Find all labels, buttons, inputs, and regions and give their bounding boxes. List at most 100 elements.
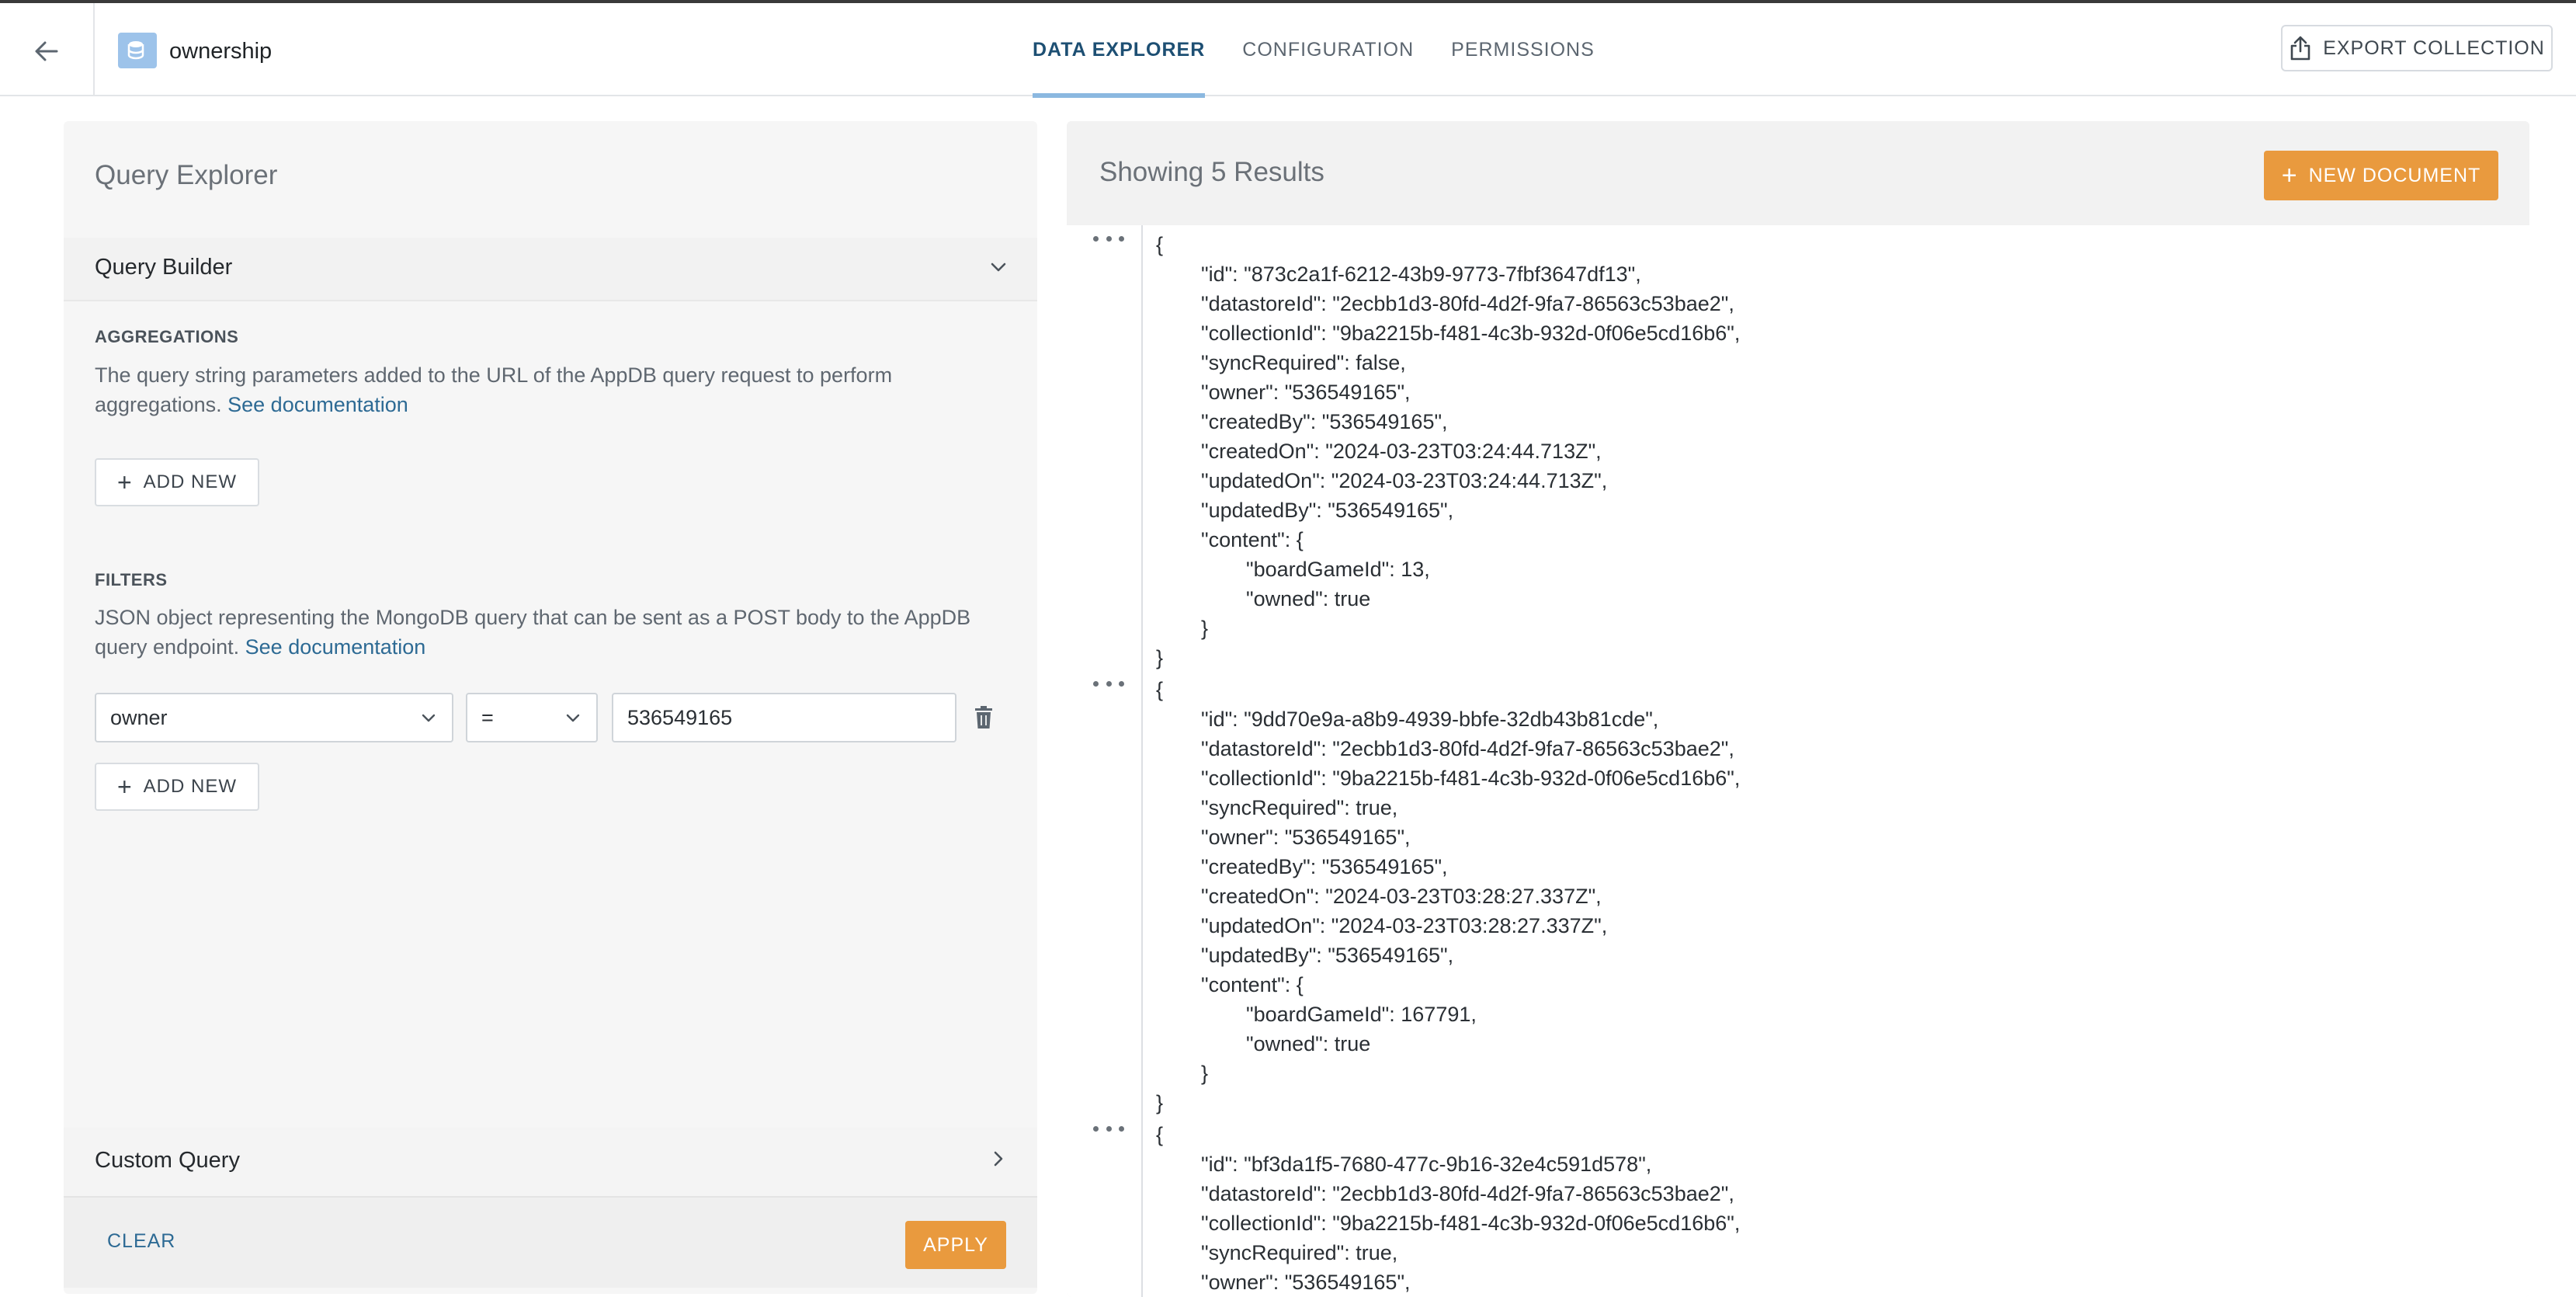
- gutter-divider: [1141, 225, 1143, 1297]
- results-panel: Showing 5 Results + NEW DOCUMENT { "id": …: [1067, 121, 2529, 1297]
- json-line: "id": "9dd70e9a-a8b9-4939-bbfe-32db43b81…: [1201, 708, 1659, 731]
- back-button[interactable]: [23, 28, 70, 75]
- json-line: "createdBy": "536549165",: [1201, 855, 1448, 878]
- json-line: "syncRequired": true,: [1201, 1241, 1398, 1264]
- filter-value-input[interactable]: 536549165: [612, 693, 956, 742]
- json-line: "collectionId": "9ba2215b-f481-4c3b-932d…: [1201, 767, 1741, 790]
- trash-icon: [975, 706, 992, 728]
- json-line: "updatedOn": "2024-03-23T03:24:44.713Z",: [1201, 469, 1608, 492]
- custom-query-toggle[interactable]: Custom Query: [64, 1128, 1037, 1196]
- dot: [1106, 236, 1112, 242]
- json-line: "collectionId": "9ba2215b-f481-4c3b-932d…: [1201, 322, 1741, 345]
- results-document-list: { "id": "873c2a1f-6212-43b9-9773-7fbf3647…: [1067, 225, 2529, 1297]
- tab-configuration[interactable]: CONFIGURATION: [1242, 3, 1414, 96]
- json-line: "updatedBy": "536549165",: [1201, 499, 1454, 522]
- plus-icon: +: [2281, 161, 2298, 190]
- json-line: "syncRequired": false,: [1201, 351, 1406, 374]
- dot: [1106, 1126, 1112, 1132]
- new-document-button[interactable]: + NEW DOCUMENT: [2264, 151, 2498, 200]
- dot: [1119, 1126, 1124, 1132]
- add-filter-label: ADD NEW: [143, 776, 238, 797]
- filter-field-value: owner: [110, 705, 168, 729]
- aggregations-title: AGGREGATIONS: [95, 327, 239, 346]
- clear-button[interactable]: CLEAR: [107, 1230, 175, 1253]
- export-collection-label: EXPORT COLLECTION: [2323, 37, 2545, 59]
- app-header: ownership DATA EXPLORER CONFIGURATION PE…: [0, 3, 2576, 98]
- json-line: "datastoreId": "2ecbb1d3-80fd-4d2f-9fa7-…: [1201, 1182, 1734, 1205]
- json-line: "createdBy": "536549165",: [1201, 410, 1448, 433]
- dot: [1093, 681, 1099, 687]
- filter-operator-select[interactable]: =: [466, 693, 598, 742]
- aggregations-description-text: The query string parameters added to the…: [95, 363, 893, 416]
- json-line: "owned": true: [1246, 587, 1371, 610]
- json-line: "owner": "536549165",: [1201, 826, 1411, 849]
- add-filter-button[interactable]: + ADD NEW: [95, 763, 259, 811]
- filter-field-select[interactable]: owner: [95, 693, 453, 742]
- query-explorer-panel: Query Explorer Query Builder AGGREGATION…: [64, 121, 1037, 1294]
- dot: [1119, 681, 1124, 687]
- delete-filter-button[interactable]: [970, 702, 997, 733]
- chevron-right-icon: [994, 1151, 1003, 1167]
- json-line: "boardGameId": 167791,: [1246, 1003, 1477, 1026]
- tab-bar: DATA EXPLORER CONFIGURATION PERMISSIONS: [1033, 3, 1632, 98]
- arrow-left-icon: [35, 41, 58, 61]
- json-line: }: [1201, 617, 1209, 640]
- query-footer: CLEAR APPLY: [64, 1196, 1037, 1288]
- json-line: "createdOn": "2024-03-23T03:28:27.337Z",: [1201, 885, 1602, 908]
- json-line: "owned": true: [1246, 1032, 1371, 1055]
- custom-query-label: Custom Query: [95, 1148, 240, 1173]
- dot: [1093, 1126, 1099, 1132]
- results-header: Showing 5 Results + NEW DOCUMENT: [1067, 121, 2529, 225]
- filters-description-text: JSON object representing the MongoDB que…: [95, 606, 971, 659]
- filters-title: FILTERS: [95, 570, 168, 589]
- json-line: {: [1156, 233, 1164, 256]
- json-line: "id": "bf3da1f5-7680-477c-9b16-32e4c591d…: [1201, 1153, 1652, 1176]
- query-builder-label: Query Builder: [95, 255, 233, 280]
- json-line: "content": {: [1201, 528, 1304, 551]
- json-line: "updatedBy": "536549165",: [1201, 944, 1454, 967]
- filter-operator-value: =: [481, 705, 494, 729]
- filters-description: JSON object representing the MongoDB que…: [95, 603, 1011, 662]
- json-line: "owner": "536549165",: [1201, 381, 1411, 404]
- apply-button[interactable]: APPLY: [905, 1221, 1006, 1269]
- json-line: "syncRequired": true,: [1201, 796, 1398, 819]
- filters-doc-link[interactable]: See documentation: [245, 635, 426, 659]
- panel-title: Query Explorer: [95, 160, 278, 190]
- json-line: {: [1156, 678, 1164, 701]
- json-line: "owner": "536549165",: [1201, 1271, 1411, 1294]
- json-line: }: [1156, 646, 1164, 669]
- chevron-down-icon: [566, 714, 580, 722]
- export-collection-button[interactable]: EXPORT COLLECTION: [2281, 25, 2553, 71]
- header-divider: [93, 3, 95, 96]
- tab-data-explorer[interactable]: DATA EXPLORER: [1033, 3, 1206, 98]
- new-document-label: NEW DOCUMENT: [2308, 164, 2481, 186]
- json-line: "boardGameId": 13,: [1246, 558, 1430, 581]
- json-line: {: [1156, 1123, 1164, 1146]
- more-options-icon[interactable]: [1093, 681, 1124, 692]
- tab-permissions[interactable]: PERMISSIONS: [1451, 3, 1595, 96]
- chevron-down-icon: [991, 263, 1006, 272]
- more-options-icon[interactable]: [1093, 236, 1124, 247]
- json-line: "createdOn": "2024-03-23T03:24:44.713Z",: [1201, 440, 1602, 463]
- json-line: "content": {: [1201, 973, 1304, 996]
- dot: [1119, 236, 1124, 242]
- chevron-down-icon: [422, 714, 436, 722]
- dot: [1106, 681, 1112, 687]
- query-builder-toggle[interactable]: Query Builder: [64, 238, 1037, 301]
- dot: [1093, 236, 1099, 242]
- add-aggregation-button[interactable]: + ADD NEW: [95, 458, 259, 506]
- aggregations-doc-link[interactable]: See documentation: [227, 393, 408, 416]
- json-line: }: [1201, 1062, 1209, 1085]
- database-icon: [118, 33, 157, 68]
- add-aggregation-label: ADD NEW: [143, 471, 238, 492]
- more-options-icon[interactable]: [1093, 1126, 1124, 1137]
- json-line: "updatedOn": "2024-03-23T03:28:27.337Z",: [1201, 914, 1608, 937]
- plus-icon: +: [116, 773, 133, 801]
- results-title: Showing 5 Results: [1099, 157, 1324, 187]
- json-line: "datastoreId": "2ecbb1d3-80fd-4d2f-9fa7-…: [1201, 292, 1734, 315]
- plus-icon: +: [116, 468, 133, 496]
- json-line: "datastoreId": "2ecbb1d3-80fd-4d2f-9fa7-…: [1201, 737, 1734, 760]
- export-icon: [2290, 36, 2310, 61]
- json-line: "id": "873c2a1f-6212-43b9-9773-7fbf3647d…: [1201, 263, 1641, 286]
- aggregations-description: The query string parameters added to the…: [95, 360, 1011, 419]
